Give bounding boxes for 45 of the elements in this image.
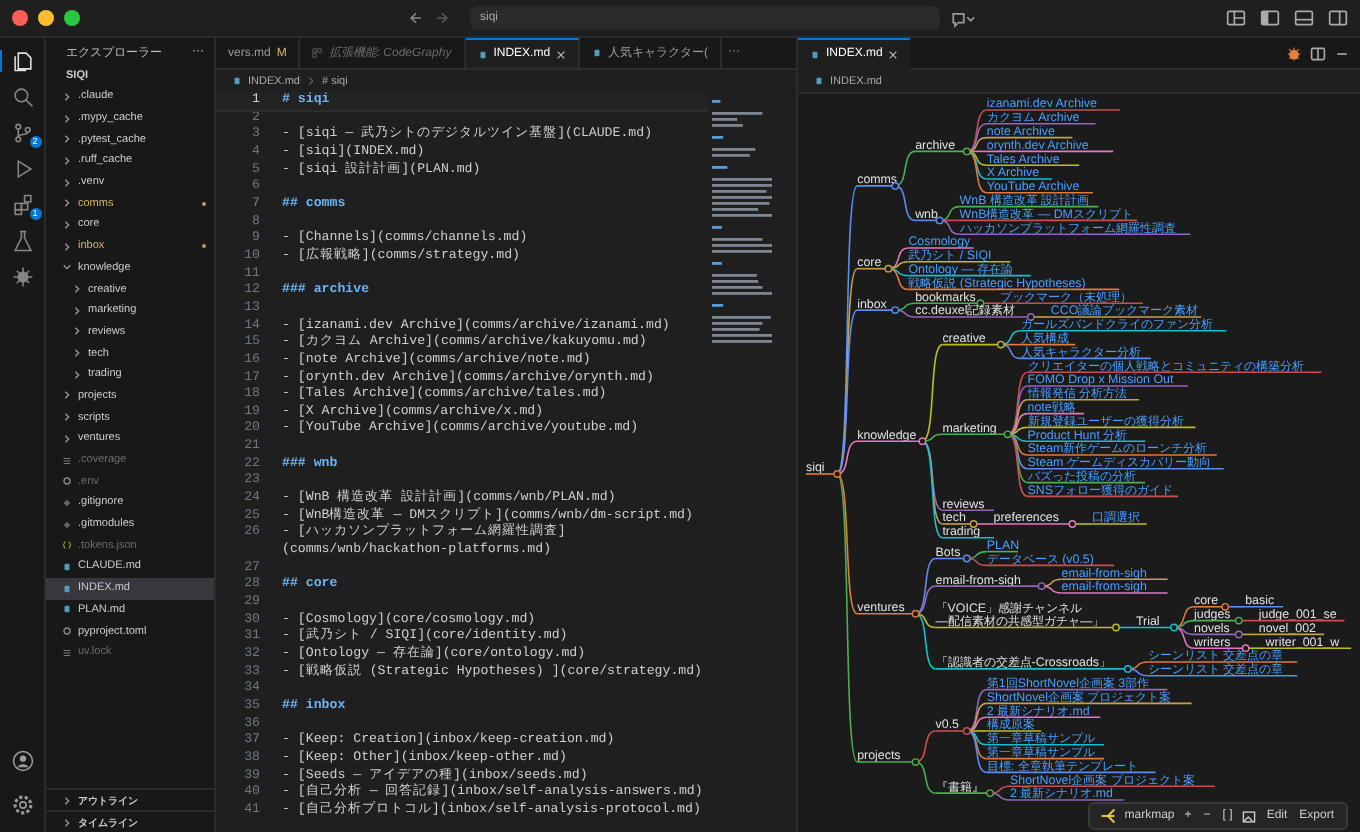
chat-icon[interactable] (948, 9, 976, 27)
settings-icon[interactable] (11, 794, 33, 816)
modified-dot (201, 201, 206, 207)
config-file-icon (62, 626, 72, 637)
modified-dot (201, 243, 206, 249)
json-file-icon (62, 540, 72, 551)
markdown-file-icon (477, 49, 488, 59)
lines-file-icon (62, 647, 72, 658)
extensions-icon (12, 194, 34, 216)
flask-icon (12, 230, 34, 252)
panel-toggle-icon[interactable] (1294, 8, 1314, 28)
mindmap-branch (914, 730, 937, 763)
run-icon (12, 158, 34, 180)
mindmap-branch (914, 761, 937, 794)
source-control-icon (12, 122, 34, 144)
markdown-file-icon (232, 76, 242, 86)
split-editor-icon[interactable] (1310, 45, 1326, 61)
extension-icon (312, 48, 323, 58)
files-icon (12, 50, 34, 72)
chevron-right-icon (62, 795, 72, 805)
bug-icon[interactable] (1286, 45, 1302, 61)
layout-icon[interactable] (1226, 8, 1246, 28)
markdown-file-icon (592, 48, 603, 58)
minimize-window-button[interactable] (38, 10, 54, 26)
chevron-down-icon (62, 262, 72, 273)
zoom-window-button[interactable] (64, 10, 80, 26)
markdown-file-icon (810, 49, 820, 59)
chevron-right-icon (305, 76, 316, 86)
chevron-right-icon (62, 817, 72, 827)
close-icon[interactable] (888, 49, 899, 59)
lines-file-icon (62, 455, 72, 466)
secondary-sidebar-icon[interactable] (1328, 8, 1348, 28)
sidebar-toggle-icon[interactable] (1260, 8, 1280, 28)
back-arrow-icon[interactable] (408, 10, 424, 26)
account-icon[interactable] (11, 750, 33, 772)
close-window-button[interactable] (12, 10, 28, 26)
mindmap-branch (894, 185, 916, 222)
markdown-file-icon (814, 76, 824, 86)
image-icon[interactable] (1242, 809, 1257, 823)
markmap-logo-icon (1100, 808, 1117, 824)
search-icon (12, 86, 34, 108)
config-file-icon (62, 476, 72, 487)
mindmap-branch (894, 150, 916, 187)
close-icon[interactable] (556, 49, 567, 59)
bug-icon (12, 266, 34, 288)
